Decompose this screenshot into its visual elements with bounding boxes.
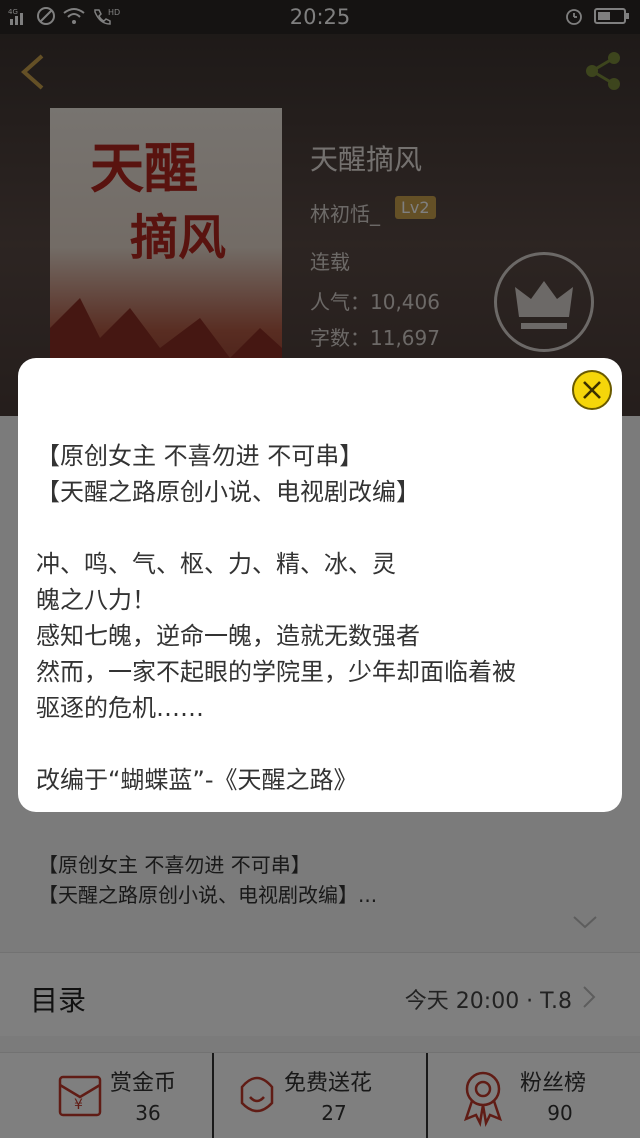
synopsis-line: 然而，一家不起眼的学院里，少年却面临着被 xyxy=(36,658,516,686)
synopsis-line: 【原创女主 不喜勿进 不可串】 xyxy=(36,442,364,470)
close-dialog-button[interactable] xyxy=(572,370,612,410)
synopsis-line: 冲、鸣、气、枢、力、精、冰、灵 xyxy=(36,550,396,578)
synopsis-line: 驱逐的危机…… xyxy=(36,694,204,722)
synopsis-text: 【原创女主 不喜勿进 不可串】 【天醒之路原创小说、电视剧改编】 冲、鸣、气、枢… xyxy=(36,438,608,798)
synopsis-line: 改编于“蝴蝶蓝”-《天醒之路》 xyxy=(36,766,358,794)
synopsis-line: 【天醒之路原创小说、电视剧改编】 xyxy=(36,478,420,506)
synopsis-line: 魄之八力！ xyxy=(36,586,156,614)
close-icon xyxy=(583,381,601,399)
synopsis-line: 感知七魄，逆命一魄，造就无数强者 xyxy=(36,622,420,650)
